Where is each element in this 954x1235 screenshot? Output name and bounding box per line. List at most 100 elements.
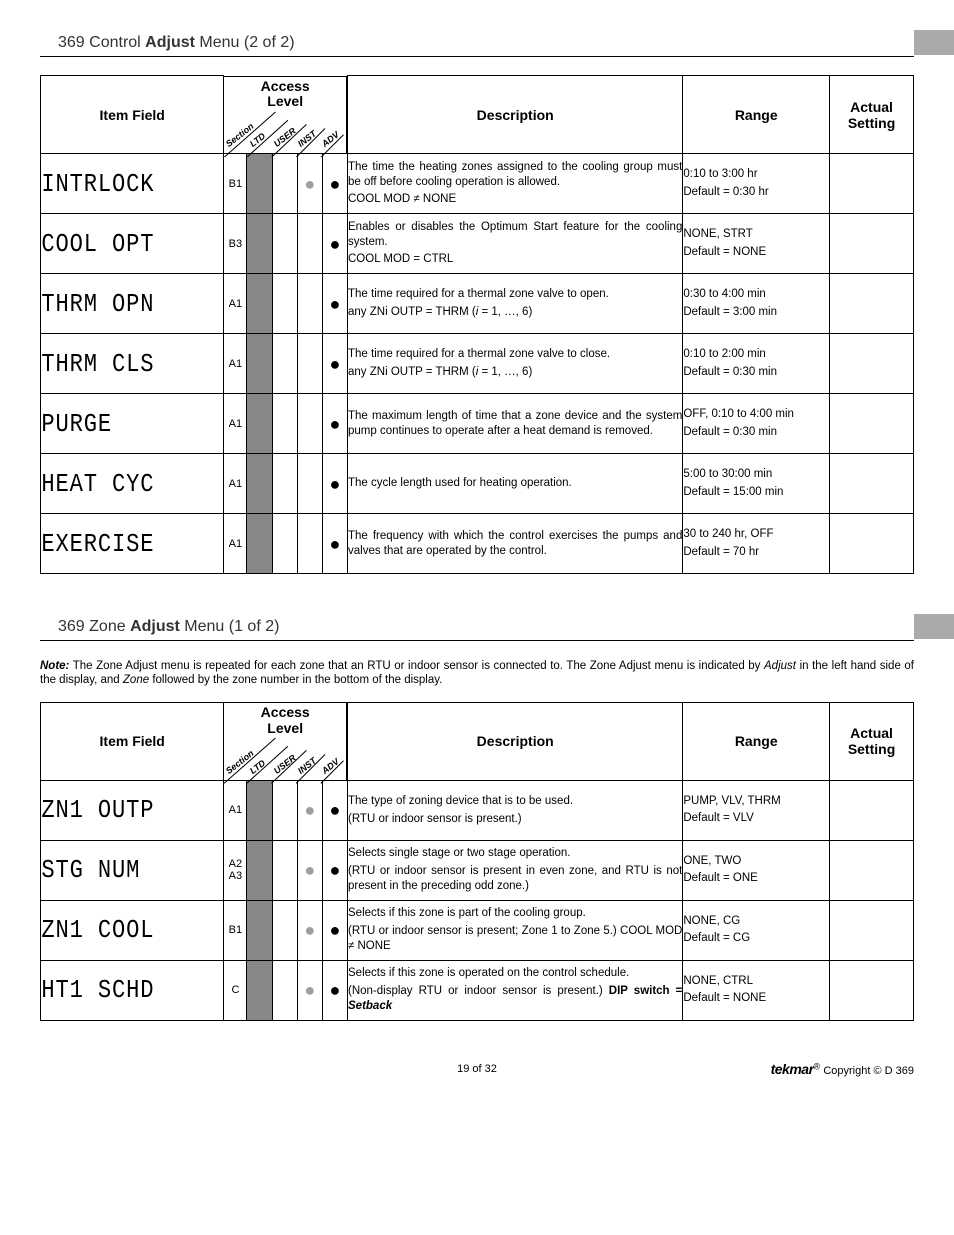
access-ltd: [247, 154, 272, 214]
item-field-display: PURGE: [41, 394, 197, 454]
page-footer: 19 of 32 tekmar® Copyright © D 369: [40, 1061, 914, 1081]
access-ltd: [247, 334, 272, 394]
actual-setting-cell[interactable]: [830, 394, 914, 454]
section-code: A1: [224, 274, 247, 334]
item-field-display: THRM OPN: [41, 274, 197, 334]
zone-adjust-table: Item Field AccessLevel Section LTD USER …: [40, 702, 914, 1021]
access-ltd: [247, 840, 272, 900]
table-row: STG NUMA2A3●●Selects single stage or two…: [41, 840, 914, 900]
table-row: HEAT CYCA1●The cycle length used for hea…: [41, 454, 914, 514]
actual-setting-cell[interactable]: [830, 840, 914, 900]
item-field-display: INTRLOCK: [41, 154, 197, 214]
header-description: Description: [348, 76, 683, 154]
section-code: B1: [224, 154, 247, 214]
actual-setting-cell[interactable]: [830, 780, 914, 840]
header-adv: ADV: [320, 756, 341, 776]
title-prefix: 369 Control: [58, 34, 145, 51]
description-cell: The cycle length used for heating operat…: [348, 454, 683, 514]
access-adv-dot: ●: [322, 900, 347, 960]
title-suffix: Menu (1 of 2): [180, 618, 280, 635]
access-ltd: [247, 394, 272, 454]
control-adjust-table: Item Field AccessLevel Section LTD USER …: [40, 75, 914, 574]
actual-setting-cell[interactable]: [830, 214, 914, 274]
range-cell: PUMP, VLV, THRMDefault = VLV: [683, 780, 830, 840]
range-cell: OFF, 0:10 to 4:00 minDefault = 0:30 min: [683, 394, 830, 454]
section-code: A1: [224, 394, 247, 454]
title-bold: Adjust: [145, 34, 195, 51]
access-ltd: [247, 274, 272, 334]
header-range: Range: [683, 702, 830, 780]
access-inst-dot: [297, 514, 322, 574]
access-ltd: [247, 214, 272, 274]
access-adv-dot: ●: [322, 214, 347, 274]
access-adv-dot: ●: [322, 274, 347, 334]
access-inst-dot: [297, 214, 322, 274]
range-cell: 0:30 to 4:00 minDefault = 3:00 min: [683, 274, 830, 334]
title-prefix: 369 Zone: [58, 618, 130, 635]
title-bold: Adjust: [130, 618, 180, 635]
access-user-dot: [272, 154, 297, 214]
header-user: USER: [272, 752, 298, 775]
access-inst-dot: ●: [297, 960, 322, 1020]
table-row: PURGEA1●The maximum length of time that …: [41, 394, 914, 454]
access-user-dot: [272, 514, 297, 574]
header-item-field: Item Field: [41, 702, 224, 780]
description-cell: Selects single stage or two stage operat…: [348, 840, 683, 900]
description-cell: The type of zoning device that is to be …: [348, 780, 683, 840]
item-field-display: HT1 SCHD: [41, 960, 197, 1020]
access-inst-dot: [297, 454, 322, 514]
actual-setting-cell[interactable]: [830, 334, 914, 394]
header-item-field: Item Field: [41, 76, 224, 154]
range-cell: 0:10 to 3:00 hrDefault = 0:30 hr: [683, 154, 830, 214]
range-cell: 0:10 to 2:00 minDefault = 0:30 min: [683, 334, 830, 394]
access-user-dot: [272, 214, 297, 274]
copyright-text: Copyright © D 369: [820, 1065, 914, 1077]
actual-setting-cell[interactable]: [830, 154, 914, 214]
description-cell: The time the heating zones assigned to t…: [348, 154, 683, 214]
actual-setting-cell[interactable]: [830, 274, 914, 334]
access-adv-dot: ●: [322, 780, 347, 840]
header-access-level: AccessLevel Section LTD USER INST ADV: [224, 702, 348, 780]
brand-logo: tekmar: [771, 1061, 814, 1077]
section-code: B3: [224, 214, 247, 274]
actual-setting-cell[interactable]: [830, 454, 914, 514]
table-row: EXERCISEA1●The frequency with which the …: [41, 514, 914, 574]
section-code: A1: [224, 334, 247, 394]
access-adv-dot: ●: [322, 394, 347, 454]
item-field-display: HEAT CYC: [41, 454, 197, 514]
access-inst-dot: [297, 394, 322, 454]
range-cell: 30 to 240 hr, OFFDefault = 70 hr: [683, 514, 830, 574]
access-user-dot: [272, 274, 297, 334]
access-adv-dot: ●: [322, 840, 347, 900]
access-adv-dot: ●: [322, 514, 347, 574]
actual-setting-cell[interactable]: [830, 514, 914, 574]
range-cell: 5:00 to 30:00 minDefault = 15:00 min: [683, 454, 830, 514]
access-inst-dot: ●: [297, 780, 322, 840]
range-cell: NONE, CTRLDefault = NONE: [683, 960, 830, 1020]
description-cell: Enables or disables the Optimum Start fe…: [348, 214, 683, 274]
table-row: THRM CLSA1●The time required for a therm…: [41, 334, 914, 394]
actual-setting-cell[interactable]: [830, 900, 914, 960]
description-cell: The frequency with which the control exe…: [348, 514, 683, 574]
item-field-display: EXERCISE: [41, 514, 197, 574]
header-ltd: LTD: [248, 131, 267, 149]
section-2-title: 369 Zone Adjust Menu (1 of 2): [40, 614, 914, 641]
actual-setting-cell[interactable]: [830, 960, 914, 1020]
access-adv-dot: ●: [322, 154, 347, 214]
zone-adjust-note: Note: The Zone Adjust menu is repeated f…: [40, 659, 914, 688]
section-code: B1: [224, 900, 247, 960]
header-ltd: LTD: [248, 758, 267, 776]
access-user-dot: [272, 960, 297, 1020]
access-user-dot: [272, 334, 297, 394]
header-actual-setting: ActualSetting: [830, 76, 914, 154]
table-row: HT1 SCHDC●●Selects if this zone is opera…: [41, 960, 914, 1020]
access-inst-dot: [297, 334, 322, 394]
access-ltd: [247, 960, 272, 1020]
item-field-display: THRM CLS: [41, 334, 197, 394]
header-inst: INST: [296, 128, 318, 149]
description-cell: The time required for a thermal zone val…: [348, 334, 683, 394]
title-suffix: Menu (2 of 2): [195, 34, 295, 51]
access-user-dot: [272, 394, 297, 454]
section-code: A1: [224, 454, 247, 514]
table-row: INTRLOCKB1●●The time the heating zones a…: [41, 154, 914, 214]
